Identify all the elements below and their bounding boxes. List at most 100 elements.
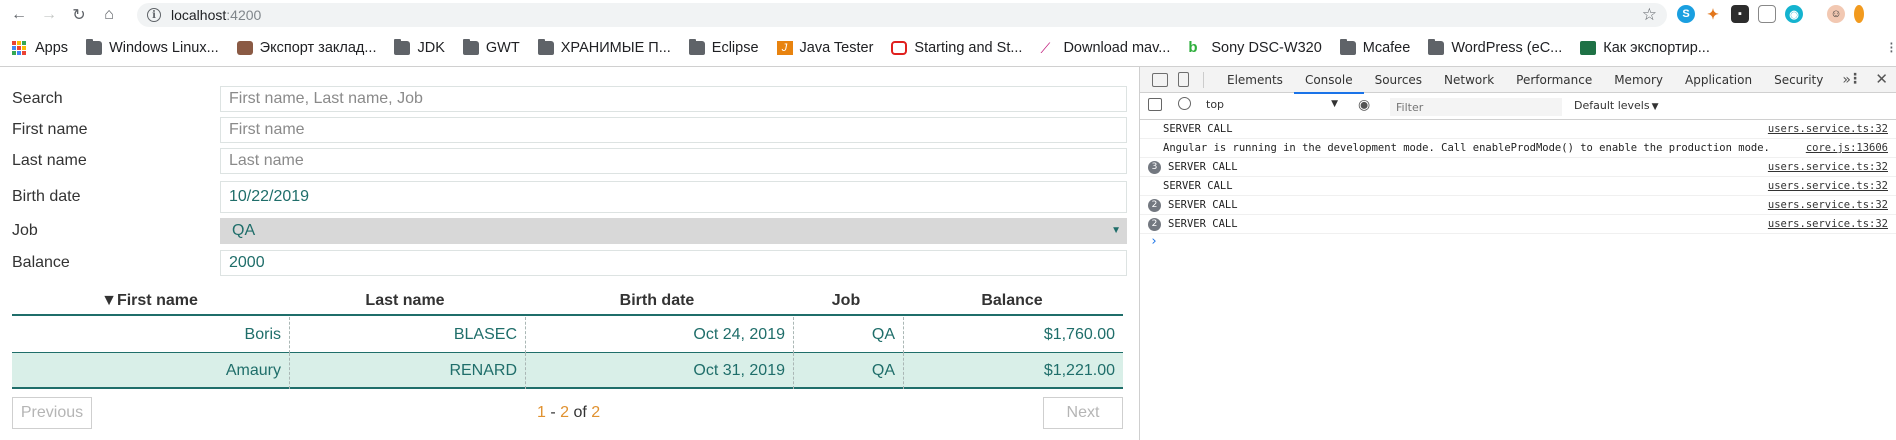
birth-date-input[interactable] <box>220 181 1127 213</box>
log-message: Angular is running in the development mo… <box>1163 142 1770 154</box>
skype-icon[interactable]: S <box>1677 5 1695 23</box>
bookmark-apps[interactable]: Apps <box>8 36 72 60</box>
balance-row: Balance <box>12 250 1127 278</box>
page-info: 1 - 2 of 2 <box>537 404 600 422</box>
oracle-icon <box>891 41 908 55</box>
bookmark-export[interactable]: Экспорт заклад... <box>233 36 381 60</box>
column-header-last-name[interactable]: Last name <box>287 292 523 310</box>
balance-label: Balance <box>12 254 70 271</box>
sidebar-toggle-icon[interactable] <box>1148 98 1162 111</box>
dropdown-arrow-icon: ▼ <box>1331 99 1338 109</box>
balance-input[interactable] <box>220 250 1127 276</box>
bookmark-starting[interactable]: Starting and St... <box>887 36 1026 60</box>
next-button[interactable]: Next <box>1043 397 1123 429</box>
bookmark-jdk[interactable]: JDK <box>390 36 448 60</box>
previous-button[interactable]: Previous <box>12 397 92 429</box>
bookmark-stored-procedures[interactable]: ХРАНИМЫЕ П... <box>534 36 675 60</box>
job-select[interactable]: QA ▼ <box>220 218 1127 244</box>
tab-network[interactable]: Network <box>1433 67 1505 93</box>
column-header-birth-date[interactable]: Birth date <box>523 292 791 310</box>
log-source-link[interactable]: core.js:13606 <box>1806 141 1888 155</box>
folder-icon <box>688 39 705 55</box>
first-name-label: First name <box>12 121 88 138</box>
bookmark-sony[interactable]: b Sony DSC-W320 <box>1184 36 1325 60</box>
log-message: SERVER CALL <box>1168 218 1238 230</box>
back-icon[interactable]: ← <box>8 4 30 26</box>
table-row[interactable]: Amaury RENARD Oct 31, 2019 QA $1,221.00 <box>12 353 1123 389</box>
log-levels-select[interactable]: Default levels ▼ <box>1574 99 1659 112</box>
grid-header: ▼First name Last name Birth date Job Bal… <box>12 286 1123 316</box>
tab-console[interactable]: Console <box>1293 67 1364 94</box>
extension-icon[interactable]: ▪ <box>1731 5 1749 23</box>
tab-memory[interactable]: Memory <box>1603 67 1674 93</box>
bookmark-gwt[interactable]: GWT <box>459 36 524 60</box>
bookmark-how-export[interactable]: Как экспортир... <box>1576 36 1714 60</box>
eye-icon[interactable]: ◉ <box>1358 97 1370 113</box>
bookmark-label: Как экспортир... <box>1603 40 1710 56</box>
address-bar[interactable]: i localhost:4200 ☆ <box>137 3 1667 27</box>
context-select[interactable]: top ▼ <box>1204 98 1340 115</box>
close-devtools-icon[interactable]: ✕ <box>1875 70 1888 88</box>
url-host: localhost <box>171 7 227 23</box>
bookmark-label: JDK <box>417 40 445 56</box>
birth-date-label: Birth date <box>12 188 81 205</box>
table-row[interactable]: Boris BLASEC Oct 24, 2019 QA $1,760.00 <box>12 317 1123 353</box>
cell-birth-date: Oct 31, 2019 <box>526 353 794 389</box>
tab-elements[interactable]: Elements <box>1216 67 1294 93</box>
bookmark-label: Mcafee <box>1362 40 1411 56</box>
last-name-row: Last name <box>12 148 1127 176</box>
update-icon[interactable] <box>1854 5 1864 23</box>
bookmark-eclipse[interactable]: Eclipse <box>685 36 763 60</box>
last-name-input[interactable] <box>220 148 1127 174</box>
bookmark-star-icon[interactable]: ☆ <box>1642 5 1657 25</box>
job-select-value: QA <box>232 222 256 239</box>
cell-balance: $1,221.00 <box>1043 362 1115 379</box>
log-source-link[interactable]: users.service.ts:32 <box>1768 179 1888 193</box>
log-source-link[interactable]: users.service.ts:32 <box>1768 160 1888 174</box>
tab-application[interactable]: Application <box>1674 67 1763 93</box>
tab-sources[interactable]: Sources <box>1364 67 1433 93</box>
console-filter-input[interactable] <box>1390 98 1562 116</box>
clear-console-icon[interactable] <box>1178 97 1191 110</box>
bookmark-label: Apps <box>35 40 69 56</box>
feather-icon: ⟋ <box>1040 40 1051 56</box>
column-header-balance[interactable]: Balance <box>901 292 1123 310</box>
column-header-job[interactable]: Job <box>791 292 901 310</box>
image-extension-icon[interactable] <box>1758 5 1776 23</box>
location-icon[interactable]: ◉ <box>1785 5 1803 23</box>
cell-last-name: BLASEC <box>290 317 526 353</box>
bookmarks-overflow-icon[interactable]: ⁝ <box>1889 38 1894 58</box>
job-label: Job <box>12 222 38 239</box>
tab-performance[interactable]: Performance <box>1505 67 1603 93</box>
page-total: 2 <box>591 404 601 421</box>
console-prompt[interactable]: › <box>1140 234 1896 249</box>
log-message: SERVER CALL <box>1168 161 1238 173</box>
bookmark-label: Eclipse <box>711 40 759 56</box>
bookmark-wordpress[interactable]: WordPress (eC... <box>1424 36 1566 60</box>
reload-icon[interactable]: ↻ <box>68 4 90 26</box>
log-source-link[interactable]: users.service.ts:32 <box>1768 122 1888 136</box>
bookmark-download-maven[interactable]: ⟋ Download mav... <box>1036 36 1174 60</box>
tab-security[interactable]: Security <box>1763 67 1834 93</box>
home-icon[interactable]: ⌂ <box>98 4 120 26</box>
search-input[interactable] <box>220 86 1127 112</box>
avatar[interactable]: ☺ <box>1827 5 1845 23</box>
log-entry: SERVER CALL users.service.ts:32 <box>1140 120 1896 139</box>
bookmark-label: Экспорт заклад... <box>259 40 377 56</box>
bookmark-java-tester[interactable]: J Java Tester <box>773 36 878 60</box>
repeat-count-badge: 2 <box>1148 199 1161 212</box>
device-toolbar-icon[interactable] <box>1178 72 1189 87</box>
cell-first-name: Boris <box>12 317 290 353</box>
dropdown-arrow-icon: ▼ <box>1651 102 1659 112</box>
devtools-menu-icon[interactable]: ⋮ <box>1848 71 1862 87</box>
forward-icon[interactable]: → <box>38 4 60 26</box>
log-source-link[interactable]: users.service.ts:32 <box>1768 217 1888 231</box>
column-header-first-name[interactable]: ▼First name <box>12 292 287 310</box>
info-icon[interactable]: i <box>147 8 161 22</box>
inspect-element-icon[interactable] <box>1152 72 1168 87</box>
bookmark-windows-linux[interactable]: Windows Linux... <box>82 36 223 60</box>
bookmark-mcafee[interactable]: Mcafee <box>1336 36 1415 60</box>
log-source-link[interactable]: users.service.ts:32 <box>1768 198 1888 212</box>
first-name-input[interactable] <box>220 117 1127 143</box>
metamask-icon[interactable]: ✦ <box>1704 5 1722 23</box>
